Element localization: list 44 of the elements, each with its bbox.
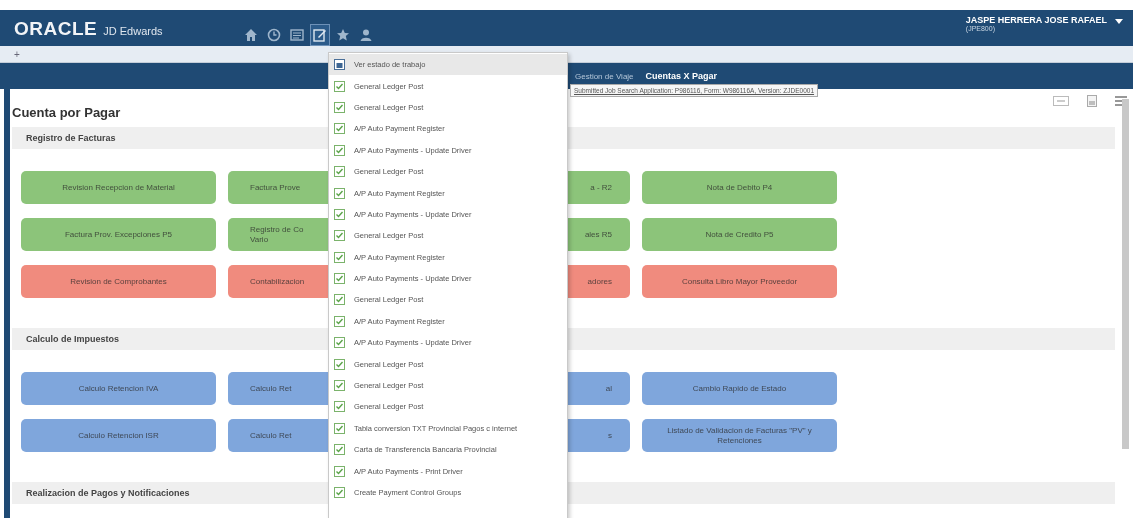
logo-text: ORACLE: [14, 18, 98, 40]
checked-document-icon: [334, 101, 345, 113]
tile-button[interactable]: Nota de Debito P4: [642, 171, 837, 204]
checked-document-icon: [334, 422, 345, 434]
checked-document-icon: [334, 166, 345, 178]
breadcrumb-link[interactable]: Cuentas X Pagar: [645, 71, 718, 81]
checked-document-icon: [334, 208, 345, 220]
tile-button[interactable]: Factura Prov. Excepciones P5: [21, 218, 216, 251]
user-name[interactable]: JASPE HERRERA JOSE RAFAEL: [965, 15, 1107, 25]
checked-document-icon: [334, 380, 345, 392]
checked-document-icon: [334, 315, 345, 327]
checked-document-icon: [334, 273, 345, 285]
section-title: Calculo de Impuestos: [26, 334, 120, 344]
tile-button[interactable]: Revision de Comprobantes: [21, 265, 216, 298]
tile-button[interactable]: Calculo Retencion ISR: [21, 419, 216, 452]
section-title: Realizacion de Pagos y Notificaciones: [26, 488, 190, 498]
job-status-icon: [334, 59, 345, 71]
caret-icon[interactable]: [1115, 19, 1123, 24]
checked-document-icon: [334, 144, 345, 156]
tile-button[interactable]: Listado de Validacion de Facturas "PV" y Retenciones: [642, 419, 837, 452]
checked-document-icon: [334, 251, 345, 263]
add-tab-button[interactable]: +: [14, 48, 20, 60]
scrollbar[interactable]: [1122, 99, 1129, 449]
checked-document-icon: [334, 80, 345, 92]
checked-document-icon: [334, 358, 345, 370]
breadcrumb-link[interactable]: Gestion de Viaje: [575, 71, 634, 81]
page-title: Cuenta por Pagar: [12, 105, 121, 120]
checked-document-icon: [334, 187, 345, 199]
tile-button[interactable]: Cambio Rapido de Estado: [642, 372, 837, 405]
section-title: Registro de Facturas: [26, 133, 116, 143]
checked-document-icon: [334, 123, 345, 135]
checked-document-icon: [334, 294, 345, 306]
checked-document-icon: [334, 487, 345, 498]
tile-button[interactable]: Nota de Credito P5: [642, 218, 837, 251]
checked-document-icon: [334, 465, 345, 477]
tile-button[interactable]: Calculo Retencion IVA: [21, 372, 216, 405]
checked-document-icon: [334, 230, 345, 242]
tile-button[interactable]: Revision Recepcion de Material: [21, 171, 216, 204]
edit-icon[interactable]: [311, 25, 329, 45]
checked-document-icon: [334, 444, 345, 456]
checked-document-icon: [334, 401, 345, 413]
tile-button[interactable]: Consulta Libro Mayor Proveedor: [642, 265, 837, 298]
checked-document-icon: [334, 337, 345, 349]
product-name: JD Edwards: [103, 25, 163, 37]
